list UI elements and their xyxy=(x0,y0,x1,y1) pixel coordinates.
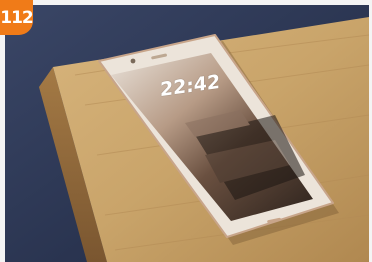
photo-scene xyxy=(5,5,369,262)
item-number-badge: 112 xyxy=(0,0,34,35)
product-photo: 22:42 xyxy=(5,5,369,262)
front-camera xyxy=(130,58,136,64)
